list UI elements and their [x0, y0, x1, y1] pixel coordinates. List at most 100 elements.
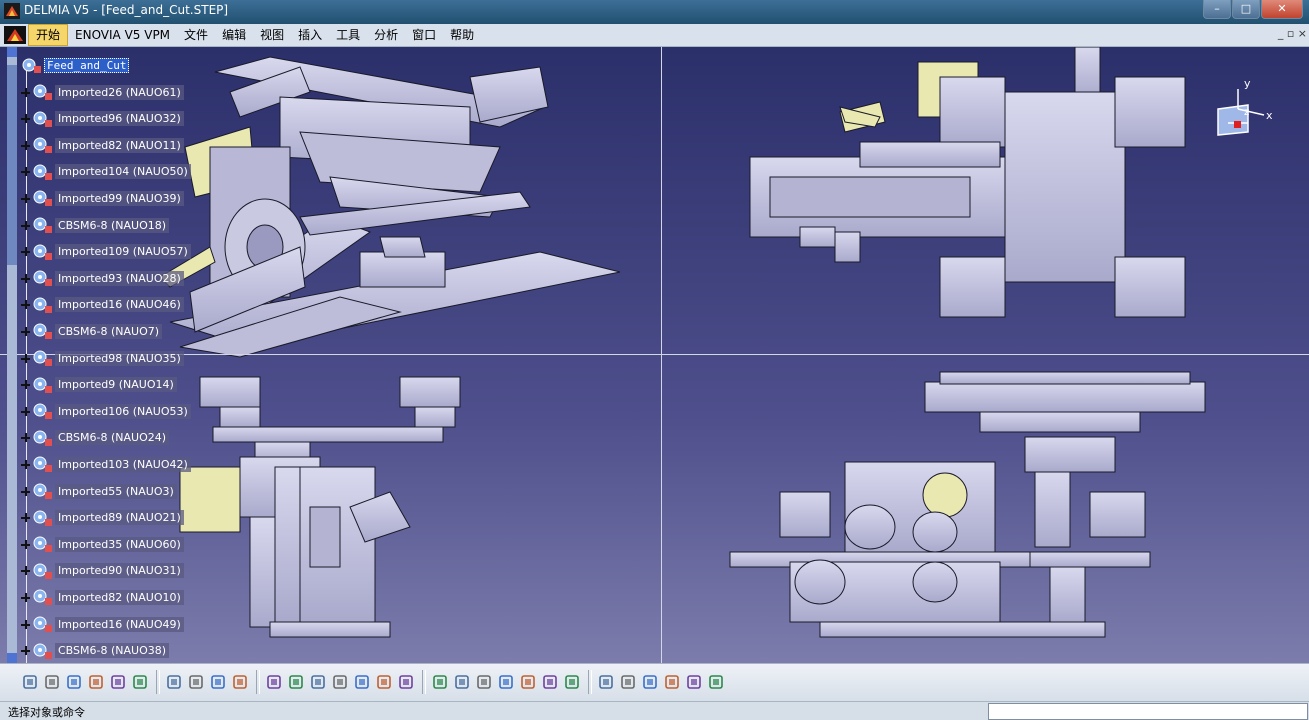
expand-icon[interactable] — [20, 140, 31, 151]
rotate-icon[interactable] — [498, 674, 514, 690]
tree-node-label[interactable]: Imported82 (NAUO11) — [55, 137, 184, 153]
tree-node[interactable]: CBSM6-8 (NAUO24) — [20, 429, 170, 447]
lock-icon[interactable] — [376, 674, 392, 690]
open-icon[interactable] — [44, 674, 60, 690]
tree-node-label[interactable]: Imported96 (NAUO32) — [55, 111, 184, 127]
copy-icon[interactable] — [132, 674, 148, 690]
expand-icon[interactable] — [20, 166, 31, 177]
menu-item-1[interactable]: ENOVIA V5 VPM — [68, 24, 177, 46]
expand-icon[interactable] — [20, 486, 31, 497]
expand-icon[interactable] — [20, 193, 31, 204]
menu-item-9[interactable]: 帮助 — [443, 24, 481, 46]
expand-icon[interactable] — [20, 406, 31, 417]
tree-node-label[interactable]: Imported16 (NAUO46) — [55, 297, 184, 313]
tree-node-label[interactable]: Imported99 (NAUO39) — [55, 190, 184, 206]
tree-node-label[interactable]: Imported55 (NAUO3) — [55, 483, 177, 499]
tree-node-label[interactable]: Imported16 (NAUO49) — [55, 616, 184, 632]
compass-widget[interactable]: y x z — [1208, 77, 1288, 147]
tree-node[interactable]: Imported99 (NAUO39) — [20, 189, 184, 207]
menu-item-0[interactable]: 开始 — [28, 24, 69, 46]
new-icon[interactable] — [22, 674, 38, 690]
tree-node[interactable]: Imported106 (NAUO53) — [20, 402, 191, 420]
comment-icon[interactable] — [288, 674, 304, 690]
menu-item-4[interactable]: 视图 — [253, 24, 291, 46]
tree-node-label[interactable]: Imported106 (NAUO53) — [55, 403, 191, 419]
tree-root-label[interactable]: Feed_and_Cut — [44, 57, 130, 73]
table-icon[interactable] — [332, 674, 348, 690]
normal-view-icon[interactable] — [564, 674, 580, 690]
zoom-in-icon[interactable] — [520, 674, 536, 690]
tree-node[interactable]: Imported98 (NAUO35) — [20, 349, 184, 367]
catalog-icon[interactable] — [398, 674, 414, 690]
expand-icon[interactable] — [20, 619, 31, 630]
fly-mode-icon[interactable] — [432, 674, 448, 690]
tree-node[interactable]: CBSM6-8 (NAUO18) — [20, 216, 170, 234]
tree-icon[interactable] — [354, 674, 370, 690]
expand-icon[interactable] — [20, 326, 31, 337]
save-icon[interactable] — [66, 674, 82, 690]
menu-item-8[interactable]: 窗口 — [405, 24, 443, 46]
expand-icon[interactable] — [20, 220, 31, 231]
tree-node[interactable]: Imported90 (NAUO31) — [20, 562, 184, 580]
tree-node-label[interactable]: CBSM6-8 (NAUO7) — [55, 323, 163, 339]
knowledge-icon[interactable] — [310, 674, 326, 690]
menu-item-7[interactable]: 分析 — [367, 24, 405, 46]
expand-icon[interactable] — [20, 87, 31, 98]
menu-item-2[interactable]: 文件 — [177, 24, 215, 46]
expand-icon[interactable] — [20, 512, 31, 523]
hide-show-icon[interactable] — [664, 674, 680, 690]
expand-icon[interactable] — [20, 565, 31, 576]
tree-node-label[interactable]: Imported26 (NAUO61) — [55, 84, 184, 100]
expand-icon[interactable] — [20, 113, 31, 124]
tree-node[interactable]: Imported93 (NAUO28) — [20, 269, 184, 287]
expand-icon[interactable] — [20, 432, 31, 443]
tree-node-label[interactable]: Imported82 (NAUO10) — [55, 589, 184, 605]
tree-node-label[interactable]: Imported98 (NAUO35) — [55, 350, 184, 366]
expand-icon[interactable] — [20, 379, 31, 390]
tree-node[interactable]: CBSM6-8 (NAUO7) — [20, 322, 163, 340]
close-button[interactable]: ✕ — [1261, 0, 1303, 19]
command-input[interactable] — [988, 703, 1308, 720]
tree-node-label[interactable]: Imported109 (NAUO57) — [55, 244, 191, 260]
catia-logo-icon[interactable] — [4, 26, 26, 44]
print-icon[interactable] — [88, 674, 104, 690]
tree-node[interactable]: Imported96 (NAUO32) — [20, 110, 184, 128]
expand-icon[interactable] — [20, 246, 31, 257]
tree-root[interactable]: Feed_and_Cut — [22, 56, 130, 74]
tree-node[interactable]: Imported109 (NAUO57) — [20, 243, 191, 261]
expand-icon[interactable] — [20, 353, 31, 364]
tree-node-label[interactable]: Imported104 (NAUO50) — [55, 164, 191, 180]
3d-viewport[interactable]: Feed_and_Cut Imported26 (NAUO61) Imported… — [0, 47, 1309, 663]
tree-node-label[interactable]: Imported103 (NAUO42) — [55, 456, 191, 472]
expand-icon[interactable] — [20, 592, 31, 603]
undo-icon[interactable] — [188, 674, 204, 690]
multi-view-icon[interactable] — [598, 674, 614, 690]
tree-node-label[interactable]: Imported93 (NAUO28) — [55, 270, 184, 286]
maximize-button[interactable]: □ — [1232, 0, 1260, 19]
tree-node[interactable]: Imported35 (NAUO60) — [20, 535, 184, 553]
iso-view-icon[interactable] — [620, 674, 636, 690]
tree-node[interactable]: Imported9 (NAUO14) — [20, 376, 177, 394]
expand-icon[interactable] — [20, 459, 31, 470]
tree-node[interactable]: Imported16 (NAUO49) — [20, 615, 184, 633]
expand-icon[interactable] — [20, 273, 31, 284]
tree-node[interactable]: Imported89 (NAUO21) — [20, 509, 184, 527]
tree-node-label[interactable]: Imported89 (NAUO21) — [55, 510, 184, 526]
tree-node[interactable]: Imported103 (NAUO42) — [20, 455, 191, 473]
tree-node-label[interactable]: Imported35 (NAUO60) — [55, 536, 184, 552]
tree-node[interactable]: CBSM6-8 (NAUO38) — [20, 642, 170, 660]
menu-item-5[interactable]: 插入 — [291, 24, 329, 46]
formula-icon[interactable] — [266, 674, 282, 690]
tree-node[interactable]: Imported104 (NAUO50) — [20, 163, 191, 181]
cut-icon[interactable] — [110, 674, 126, 690]
menu-item-3[interactable]: 编辑 — [215, 24, 253, 46]
tree-node[interactable]: Imported55 (NAUO3) — [20, 482, 177, 500]
delmia-app-icon[interactable] — [4, 3, 20, 19]
tree-node-label[interactable]: CBSM6-8 (NAUO38) — [55, 643, 170, 659]
zoom-out-icon[interactable] — [542, 674, 558, 690]
fit-all-icon[interactable] — [454, 674, 470, 690]
expand-icon[interactable] — [20, 299, 31, 310]
pan-icon[interactable] — [476, 674, 492, 690]
tree-node[interactable]: Imported82 (NAUO11) — [20, 136, 184, 154]
redo-icon[interactable] — [210, 674, 226, 690]
